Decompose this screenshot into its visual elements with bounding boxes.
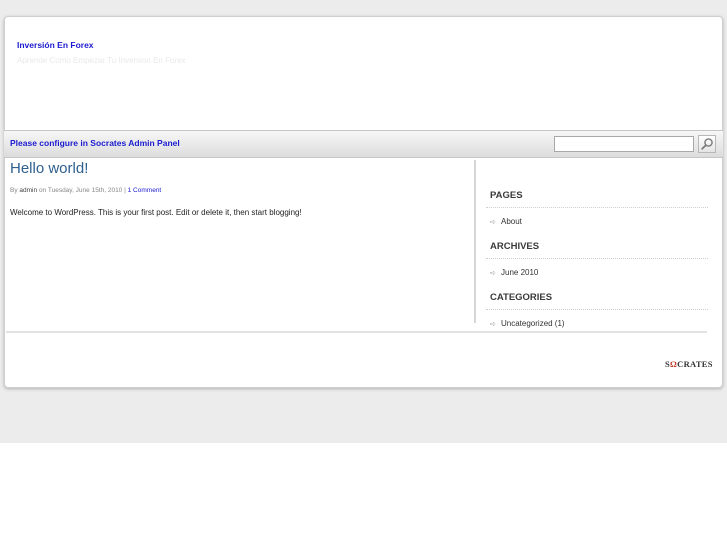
site-title[interactable]: Inversión En Forex — [17, 40, 94, 50]
sidebar-item-june-2010[interactable]: ➪ June 2010 — [490, 268, 538, 277]
arrow-bullet-icon: ➪ — [490, 219, 496, 226]
content-divider — [474, 160, 476, 323]
search-button[interactable] — [698, 135, 716, 153]
sidebar-item-label: Uncategorized (1) — [501, 319, 565, 328]
arrow-bullet-icon: ➪ — [490, 321, 496, 328]
post-comments-link[interactable]: 1 Comment — [128, 187, 162, 194]
sidebar-item-uncategorized[interactable]: ➪ Uncategorized (1) — [490, 319, 565, 328]
widget-rule — [486, 258, 708, 259]
footer-brand-logo[interactable]: SΩCRATES — [665, 359, 713, 369]
meta-prefix: By — [10, 187, 18, 194]
nav-config-link[interactable]: Please configure in Socrates Admin Panel — [10, 138, 180, 148]
sidebar-item-label: June 2010 — [501, 268, 539, 277]
meta-separator: | — [124, 187, 126, 194]
widget-rule — [486, 207, 708, 208]
search-icon — [701, 138, 713, 150]
widget-rule — [486, 309, 708, 310]
post-title[interactable]: Hello world! — [10, 160, 88, 177]
sidebar-item-label: About — [501, 217, 522, 226]
sidebar-item-about[interactable]: ➪ About — [490, 217, 522, 226]
widget-title-pages: PAGES — [490, 190, 523, 201]
post-author-link[interactable]: admin — [19, 187, 37, 194]
widget-title-archives: ARCHIVES — [490, 241, 540, 252]
search-input[interactable] — [554, 136, 694, 152]
brand-suffix: CRATES — [677, 359, 713, 369]
post-body: Welcome to WordPress. This is your first… — [10, 208, 302, 217]
post-meta: By admin on Tuesday, June 15th, 2010 | 1… — [10, 187, 161, 194]
widget-title-categories: CATEGORIES — [490, 292, 553, 303]
nav-bar: Please configure in Socrates Admin Panel — [4, 130, 723, 158]
site-tagline: Aprende Como Empezar Tu Inversion En For… — [17, 56, 186, 65]
footer-divider — [6, 331, 707, 333]
arrow-bullet-icon: ➪ — [490, 270, 496, 277]
meta-date: on Tuesday, June 15th, 2010 — [38, 187, 123, 194]
